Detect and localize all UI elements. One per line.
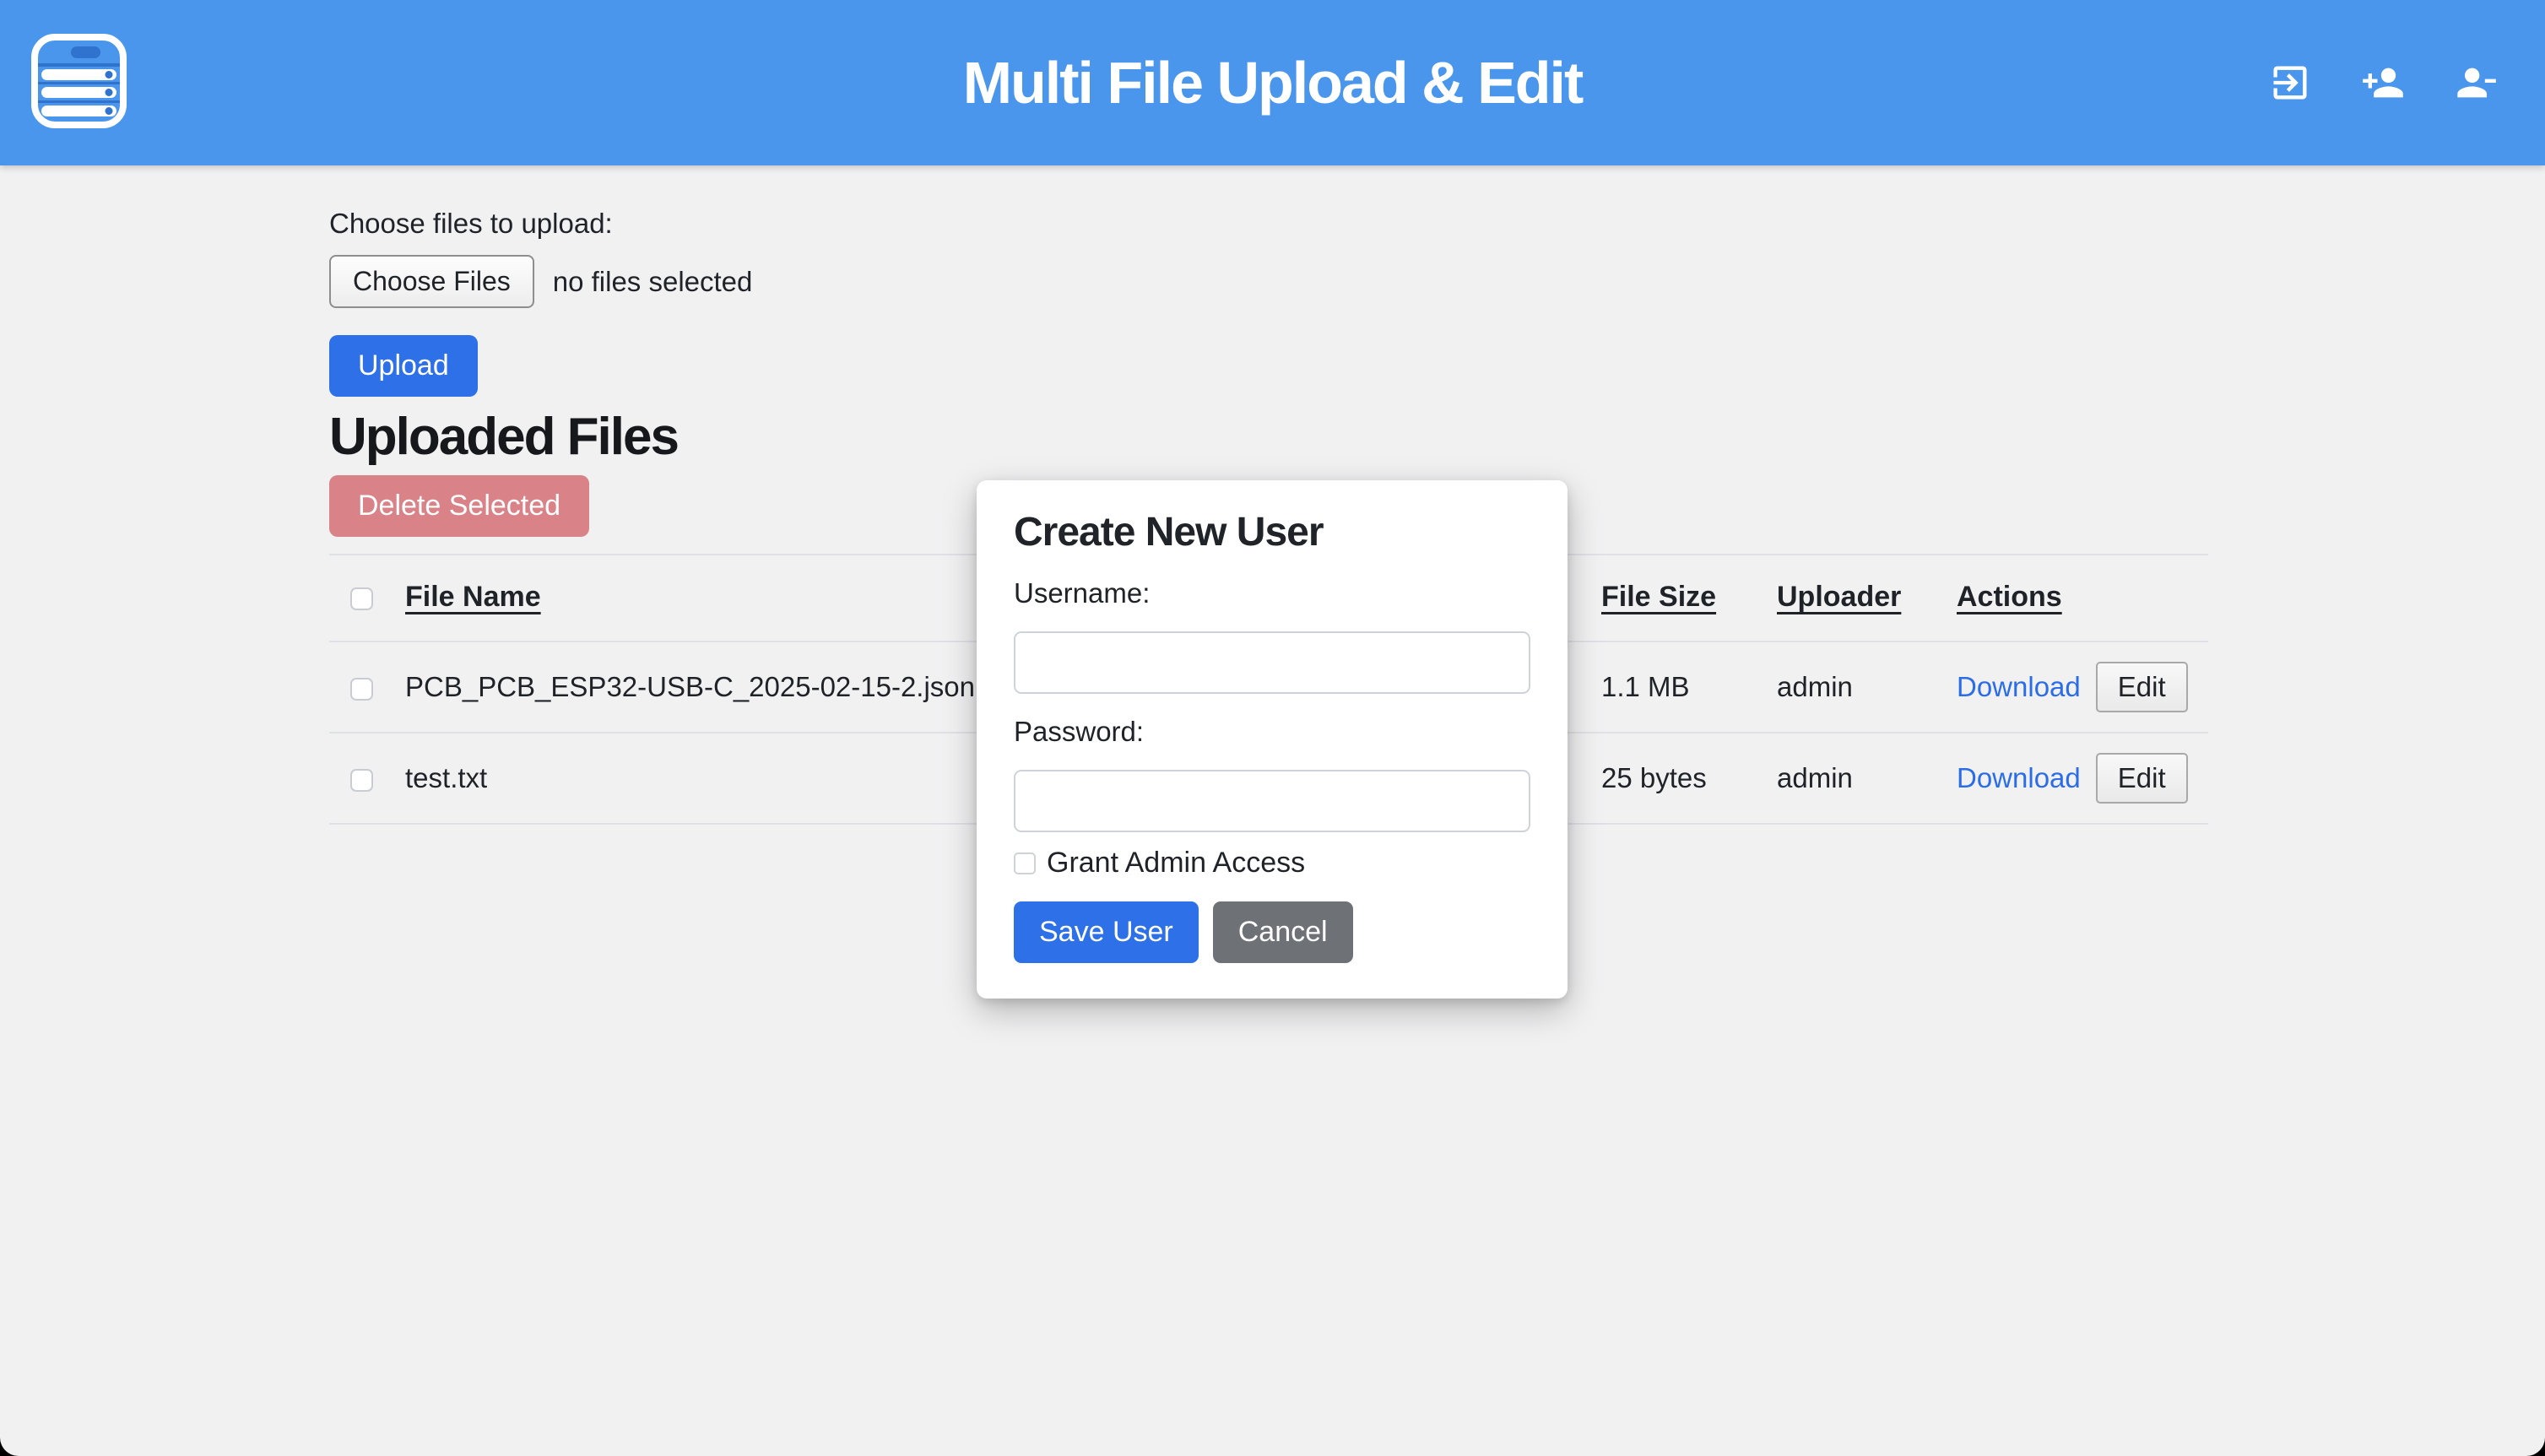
- select-all-checkbox[interactable]: [350, 587, 373, 610]
- grant-admin-checkbox[interactable]: [1014, 852, 1036, 874]
- password-field[interactable]: [1014, 770, 1530, 832]
- edit-button[interactable]: Edit: [2096, 662, 2188, 712]
- username-label: Username:: [1014, 577, 1530, 609]
- logout-icon[interactable]: [2268, 61, 2312, 105]
- uploaded-files-heading: Uploaded Files: [329, 407, 2208, 467]
- delete-selected-button[interactable]: Delete Selected: [329, 475, 589, 537]
- column-header-file-size[interactable]: File Size: [1601, 581, 1716, 613]
- uploader-cell: admin: [1777, 733, 1957, 824]
- password-label: Password:: [1014, 716, 1530, 748]
- grant-admin-label: Grant Admin Access: [1047, 847, 1305, 880]
- create-user-modal: Create New User Username: Password: Gran…: [977, 480, 1568, 999]
- username-field[interactable]: [1014, 631, 1530, 694]
- file-input-status: no files selected: [553, 266, 753, 298]
- page-title: Multi File Upload & Edit: [0, 0, 2545, 165]
- file-input: Choose Files no files selected: [329, 255, 2208, 308]
- file-size-cell: 1.1 MB: [1601, 641, 1777, 733]
- file-size-cell: 25 bytes: [1601, 733, 1777, 824]
- column-header-file-name[interactable]: File Name: [405, 581, 541, 613]
- app-header: Multi File Upload & Edit: [0, 0, 2545, 165]
- choose-files-button[interactable]: Choose Files: [329, 255, 534, 308]
- cancel-button[interactable]: Cancel: [1213, 901, 1353, 963]
- remove-user-icon[interactable]: [2454, 61, 2498, 105]
- choose-files-label: Choose files to upload:: [329, 208, 2208, 240]
- app-window: Multi File Upload & Edit Choose files to…: [0, 0, 2545, 1456]
- column-header-actions[interactable]: Actions: [1957, 581, 2062, 613]
- row-checkbox[interactable]: [350, 678, 373, 701]
- grant-admin-row: Grant Admin Access: [1014, 847, 1530, 880]
- download-link[interactable]: Download: [1957, 671, 2081, 702]
- upload-button[interactable]: Upload: [329, 335, 478, 397]
- modal-buttons: Save User Cancel: [1014, 901, 1530, 963]
- modal-title: Create New User: [1014, 509, 1530, 555]
- download-link[interactable]: Download: [1957, 762, 2081, 793]
- edit-button[interactable]: Edit: [2096, 753, 2188, 804]
- uploader-cell: admin: [1777, 641, 1957, 733]
- row-checkbox[interactable]: [350, 769, 373, 792]
- add-user-icon[interactable]: [2361, 61, 2405, 105]
- column-header-uploader[interactable]: Uploader: [1777, 581, 1901, 613]
- header-actions: [2268, 0, 2498, 165]
- save-user-button[interactable]: Save User: [1014, 901, 1199, 963]
